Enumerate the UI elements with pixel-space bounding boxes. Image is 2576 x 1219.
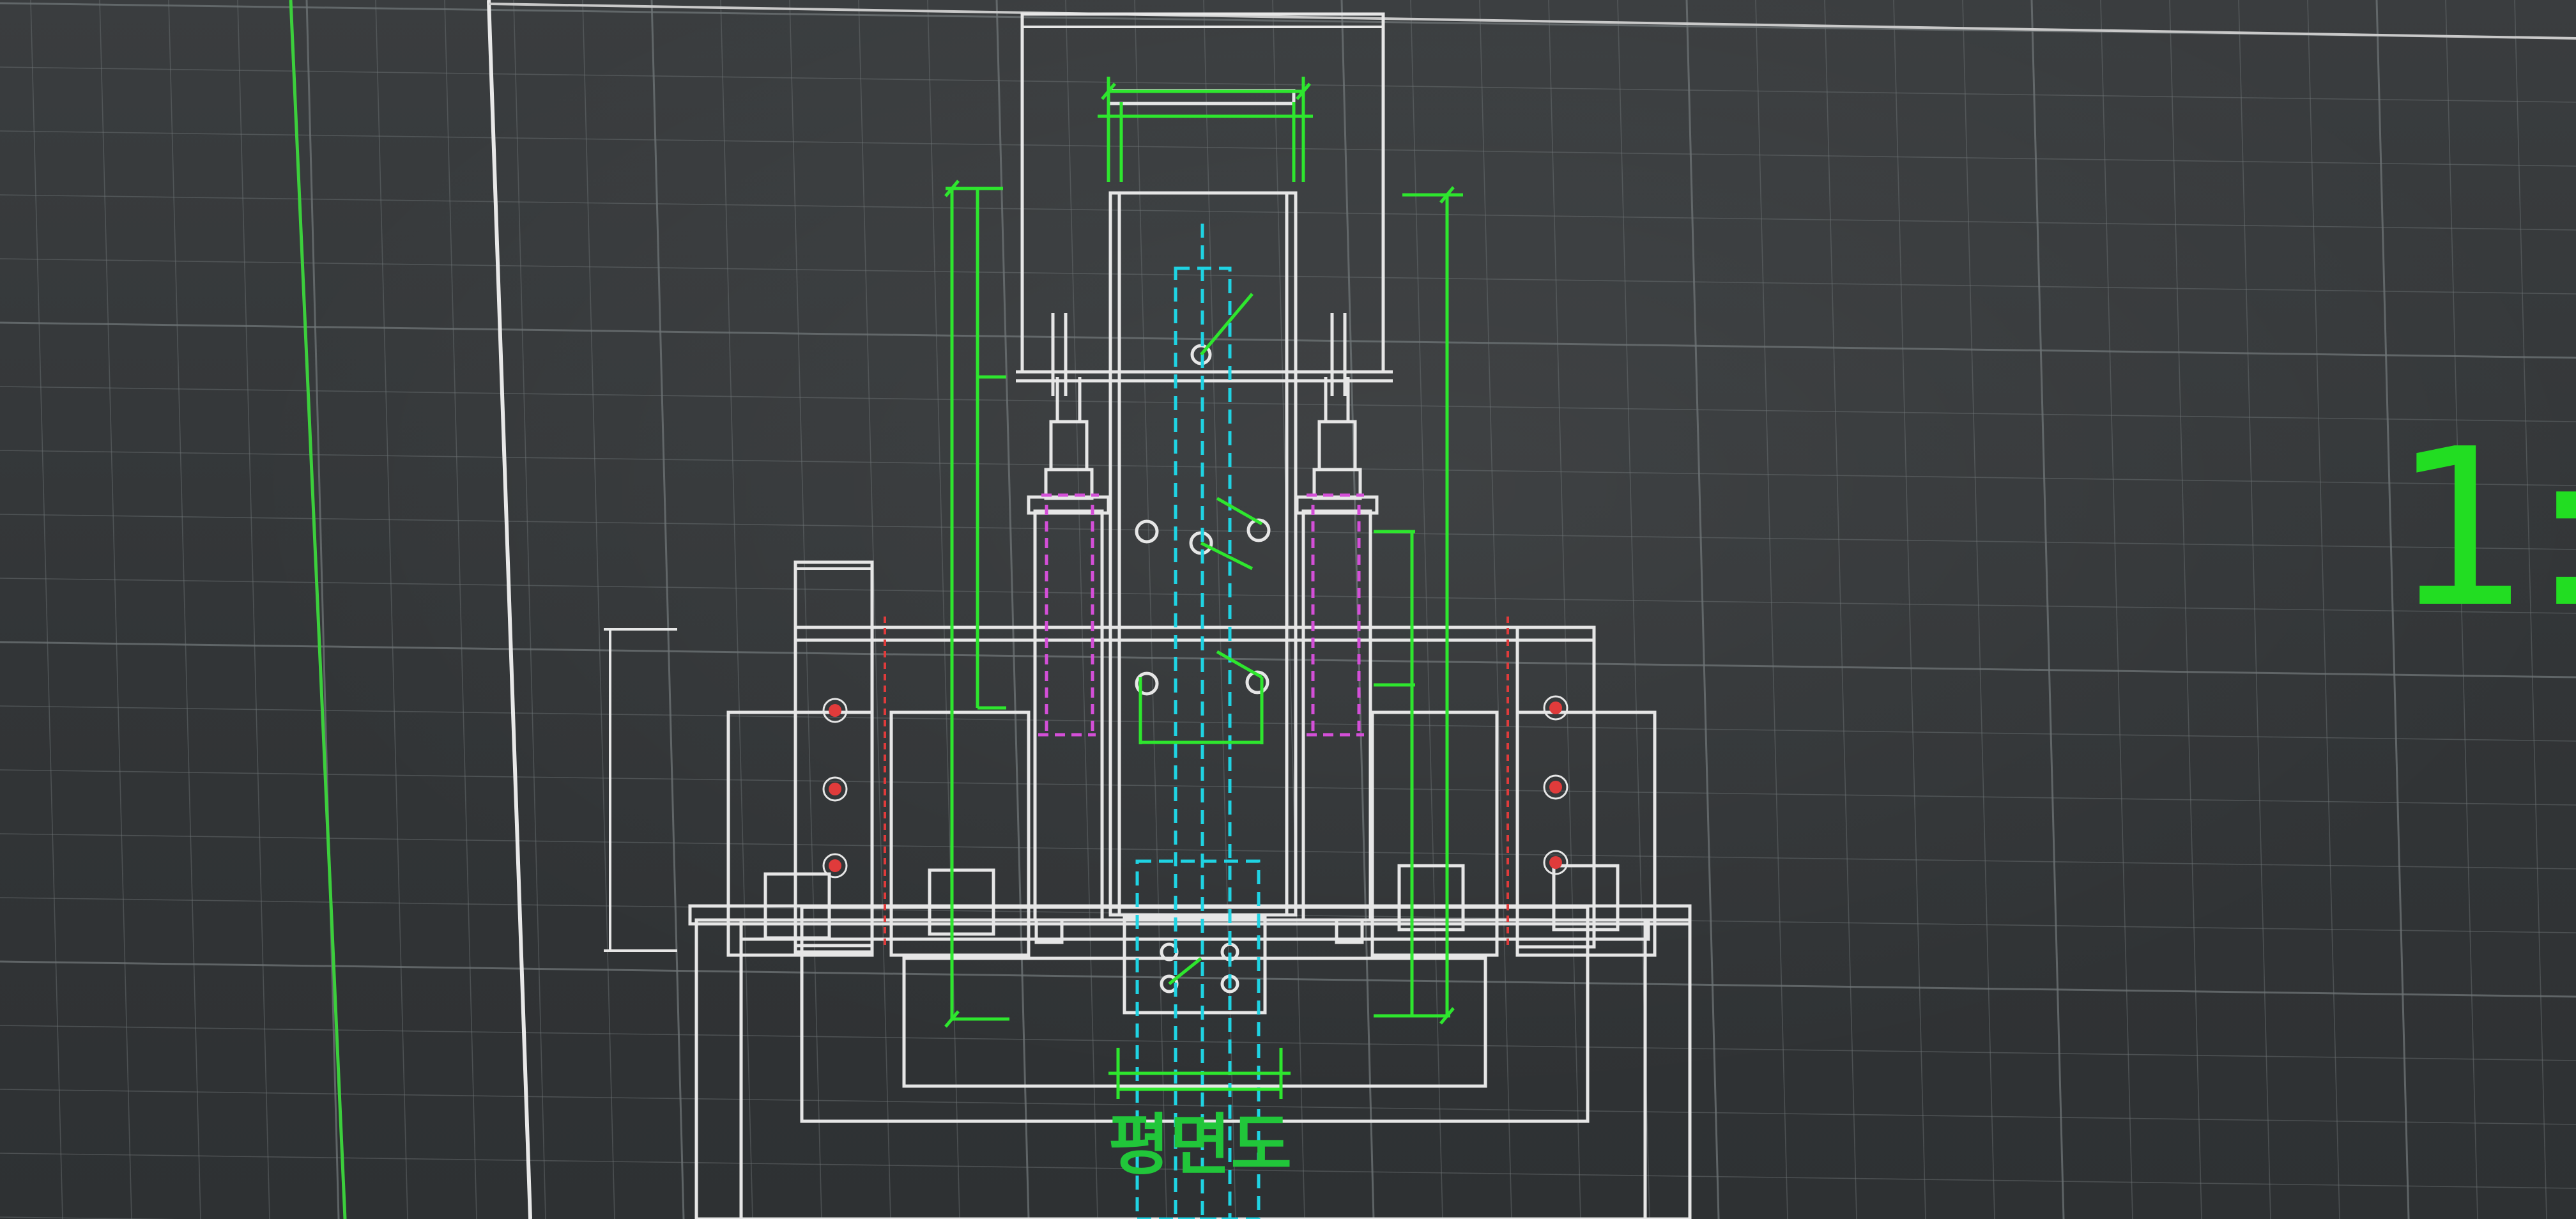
cad-drawing-canvas[interactable]: 평면도 1: xyxy=(0,0,2576,1219)
grid-line xyxy=(0,960,2576,998)
dimension-lines-white xyxy=(604,26,1383,952)
grid-line xyxy=(99,0,132,1219)
drawing-title: 평면도 xyxy=(1108,1106,1292,1184)
part-outline xyxy=(688,12,1692,1219)
grid-line xyxy=(513,0,546,1219)
grid-line xyxy=(0,1025,2576,1061)
grid-line xyxy=(444,0,477,1219)
grid-line xyxy=(2169,0,2202,1219)
viewport-border xyxy=(289,0,2576,1219)
scale-label: 1: xyxy=(2393,402,2576,656)
grid-line xyxy=(650,0,685,1219)
grid-line xyxy=(30,0,63,1219)
grid-line xyxy=(168,0,201,1219)
grid-line xyxy=(2100,0,2133,1219)
grid-line xyxy=(237,0,270,1219)
grid-line xyxy=(2030,0,2065,1219)
hole-markers xyxy=(822,617,1568,946)
drawing-labels: 평면도 1: xyxy=(1108,402,2576,1184)
grid-line xyxy=(1410,0,1443,1219)
grid-line xyxy=(1272,0,1305,1219)
grid-line xyxy=(1893,0,1926,1219)
grid-line xyxy=(1548,0,1581,1219)
cad-viewport[interactable]: 평면도 1: xyxy=(0,0,2576,1219)
grid-line xyxy=(720,0,753,1219)
grid-line xyxy=(1755,0,1788,1219)
grid-line xyxy=(305,0,340,1219)
grid-line xyxy=(0,130,2576,167)
grid-line xyxy=(1962,0,1995,1219)
grid-line xyxy=(375,0,408,1219)
grid-line xyxy=(0,66,2576,103)
grid-line xyxy=(1134,0,1167,1219)
grid-line xyxy=(1824,0,1857,1219)
grid-line xyxy=(858,0,891,1219)
grid-line xyxy=(582,0,615,1219)
